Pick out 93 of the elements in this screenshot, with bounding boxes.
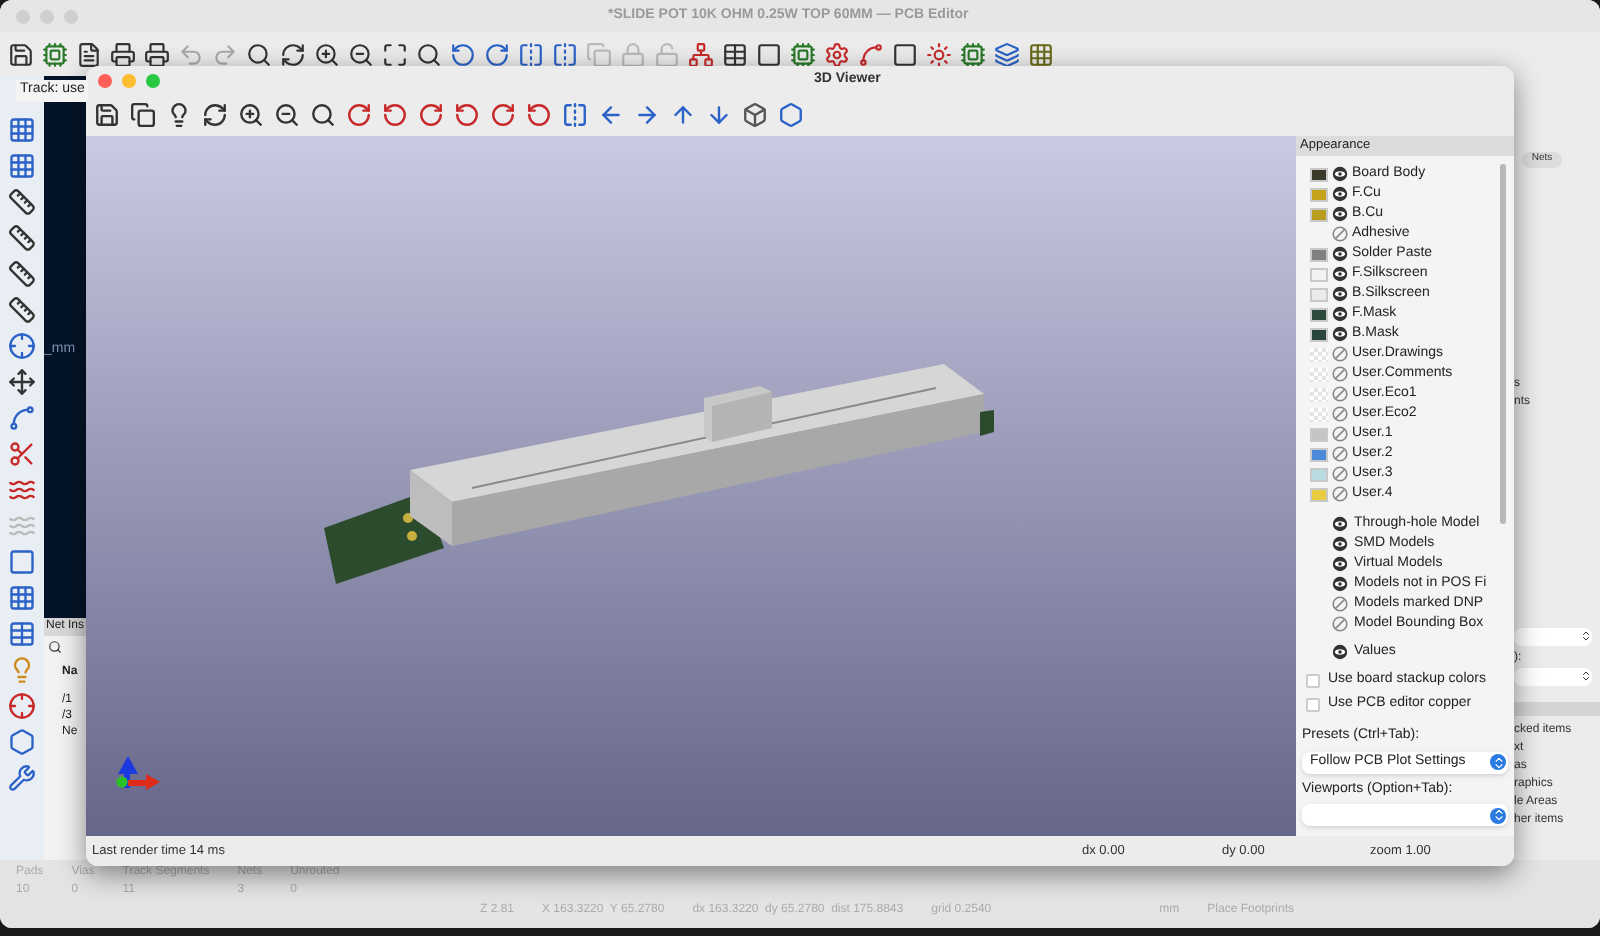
rotate-y-back-icon[interactable] [454, 102, 480, 128]
mirror-icon[interactable] [518, 41, 544, 67]
eye-icon[interactable] [1332, 516, 1348, 532]
flip-icon[interactable] [562, 102, 588, 128]
eye-icon[interactable] [1332, 556, 1348, 572]
zoom-in-icon[interactable] [314, 41, 340, 67]
transparent-swatch[interactable] [1310, 367, 1328, 381]
checkbox[interactable] [1306, 673, 1320, 687]
color-swatch[interactable] [1310, 327, 1328, 341]
table-icon[interactable] [722, 41, 748, 67]
section-header [1514, 701, 1600, 715]
down-arrow-icon[interactable] [706, 102, 732, 128]
reload-icon[interactable] [202, 102, 228, 128]
left-arrow-icon[interactable] [598, 102, 624, 128]
eye-icon[interactable] [1332, 576, 1348, 592]
hidden-icon[interactable] [1332, 386, 1348, 402]
up-arrow-icon[interactable] [670, 102, 696, 128]
netlist-icon[interactable] [688, 41, 714, 67]
zoom-out-icon[interactable] [274, 102, 300, 128]
grid-overrides-icon[interactable] [8, 152, 36, 180]
zoom-fit-icon[interactable] [382, 41, 408, 67]
export-icon[interactable] [94, 102, 120, 128]
hidden-icon[interactable] [1332, 486, 1348, 502]
scrollbar[interactable] [1500, 164, 1506, 524]
hidden-icon[interactable] [1332, 466, 1348, 482]
page-icon[interactable] [76, 41, 102, 67]
viewport-select[interactable] [1302, 804, 1508, 826]
color-swatch[interactable] [1310, 447, 1328, 461]
ratsnest-icon[interactable] [8, 404, 36, 432]
zoom-in-icon[interactable] [238, 102, 264, 128]
board-icon[interactable] [960, 41, 986, 67]
eye-icon[interactable] [1332, 536, 1348, 552]
layers-icon[interactable] [994, 41, 1020, 67]
rotate-z-icon[interactable] [490, 102, 516, 128]
plotter-icon[interactable] [144, 41, 170, 67]
color-swatch[interactable] [1310, 187, 1328, 201]
chevron-icon [1490, 754, 1506, 770]
eye-icon[interactable] [1332, 166, 1348, 182]
eye-icon[interactable] [1332, 644, 1348, 660]
color-swatch[interactable] [1310, 467, 1328, 481]
hidden-icon[interactable] [1332, 426, 1348, 442]
eye-icon[interactable] [1332, 306, 1348, 322]
zoom-fit-icon[interactable] [310, 102, 336, 128]
route-icon[interactable] [858, 41, 884, 67]
zoom-out-icon[interactable] [348, 41, 374, 67]
color-swatch[interactable] [1310, 167, 1328, 181]
hidden-icon[interactable] [1332, 446, 1348, 462]
color-swatch[interactable] [1310, 207, 1328, 221]
eye-icon[interactable] [1332, 186, 1348, 202]
flip-icon[interactable] [552, 41, 578, 67]
hidden-icon[interactable] [1332, 366, 1348, 382]
color-swatch[interactable] [1310, 287, 1328, 301]
color-swatch[interactable] [1310, 427, 1328, 441]
select-field[interactable] [1514, 667, 1592, 685]
eye-icon[interactable] [1332, 286, 1348, 302]
hidden-icon[interactable] [1332, 406, 1348, 422]
checkbox[interactable] [1306, 697, 1320, 711]
right-arrow-icon[interactable] [634, 102, 660, 128]
rotate-left-icon[interactable] [450, 41, 476, 67]
rotate-x-icon[interactable] [346, 102, 372, 128]
grid-chip-icon[interactable] [1028, 41, 1054, 67]
rotate-z-back-icon[interactable] [526, 102, 552, 128]
eye-icon[interactable] [1332, 206, 1348, 222]
rotate-right-icon[interactable] [484, 41, 510, 67]
eye-icon[interactable] [1332, 326, 1348, 342]
copy-icon[interactable] [130, 102, 156, 128]
transparent-swatch[interactable] [1310, 387, 1328, 401]
transparent-swatch[interactable] [1310, 347, 1328, 361]
axis-gizmo-icon [116, 756, 160, 790]
zoom-selection-icon[interactable] [416, 41, 442, 67]
eye-icon[interactable] [1332, 266, 1348, 282]
chevron-icon [1490, 807, 1506, 823]
find-icon[interactable] [246, 41, 272, 67]
color-swatch[interactable] [1310, 487, 1328, 501]
select-field[interactable] [1514, 627, 1592, 645]
refresh-icon[interactable] [280, 41, 306, 67]
grid-icon[interactable] [8, 116, 36, 144]
save-icon[interactable] [8, 41, 34, 67]
chip-icon[interactable] [42, 41, 68, 67]
transparent-swatch[interactable] [1310, 407, 1328, 421]
cursor-icon[interactable] [8, 332, 36, 360]
rotate-x-back-icon[interactable] [382, 102, 408, 128]
color-swatch[interactable] [1310, 307, 1328, 321]
cube-icon[interactable] [742, 102, 768, 128]
eye-icon[interactable] [1332, 246, 1348, 262]
printer-icon[interactable] [110, 41, 136, 67]
search-icon[interactable] [48, 639, 62, 653]
close-button[interactable] [98, 73, 112, 87]
color-swatch[interactable] [1310, 247, 1328, 261]
rotate-y-icon[interactable] [418, 102, 444, 128]
tools-icon[interactable] [8, 764, 36, 792]
color-swatch[interactable] [1310, 267, 1328, 281]
hidden-icon[interactable] [1332, 616, 1348, 632]
